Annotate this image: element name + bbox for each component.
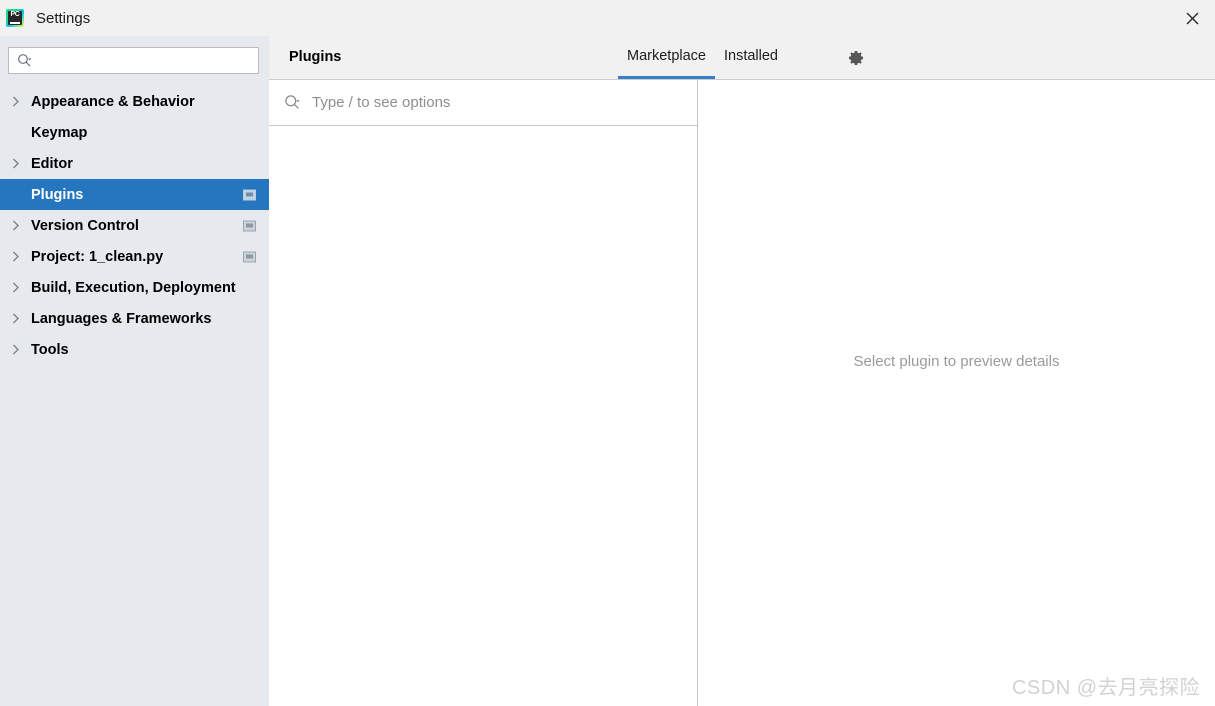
tab-marketplace[interactable]: Marketplace: [618, 36, 715, 79]
sidebar-item-label: Build, Execution, Deployment: [31, 279, 236, 296]
project-scope-icon: [243, 220, 256, 231]
plugin-detail-pane: Select plugin to preview details: [698, 80, 1215, 706]
chevron-right-icon: [12, 282, 26, 293]
detail-placeholder-text: Select plugin to preview details: [853, 353, 1060, 370]
sidebar-item-label: Appearance & Behavior: [31, 93, 195, 110]
page-title: Plugins: [289, 49, 342, 65]
pycharm-icon: PC: [6, 9, 24, 27]
sidebar-search-box[interactable]: [8, 47, 259, 74]
chevron-right-icon: [12, 220, 26, 231]
plugins-panel: Plugins Marketplace Installed Type / to …: [269, 36, 1215, 706]
plugins-header: Plugins Marketplace Installed: [269, 36, 1215, 80]
tab-marketplace-label: Marketplace: [627, 48, 706, 64]
sidebar-item-project[interactable]: Project: 1_clean.py: [0, 241, 269, 272]
settings-tree: Appearance & Behavior Keymap Editor Plug…: [0, 86, 269, 365]
tab-installed[interactable]: Installed: [715, 36, 787, 79]
search-icon: [284, 94, 301, 111]
sidebar-item-plugins[interactable]: Plugins: [0, 179, 269, 210]
chevron-right-icon: [12, 158, 26, 169]
sidebar-search-input[interactable]: [32, 53, 258, 68]
plugin-search-box[interactable]: [269, 80, 697, 126]
sidebar-item-editor[interactable]: Editor: [0, 148, 269, 179]
close-icon[interactable]: [1169, 0, 1215, 36]
sidebar-item-label: Plugins: [31, 186, 84, 203]
settings-sidebar: Appearance & Behavior Keymap Editor Plug…: [0, 36, 269, 706]
pycharm-icon-bar: [10, 22, 20, 24]
sidebar-item-version-control[interactable]: Version Control: [0, 210, 269, 241]
search-icon: [17, 53, 32, 68]
sidebar-item-label: Keymap: [31, 124, 88, 141]
plugin-search-input[interactable]: [301, 93, 697, 112]
plugins-tabs: Marketplace Installed: [618, 36, 787, 80]
window-title: Settings: [36, 9, 91, 27]
sidebar-item-languages-frameworks[interactable]: Languages & Frameworks: [0, 303, 269, 334]
sidebar-item-label: Project: 1_clean.py: [31, 248, 164, 265]
chevron-right-icon: [12, 344, 26, 355]
plugin-list-pane: [269, 80, 768, 706]
project-scope-icon: [243, 251, 256, 262]
chevron-right-icon: [12, 251, 26, 262]
sidebar-item-label: Languages & Frameworks: [31, 310, 212, 327]
tab-installed-label: Installed: [723, 48, 778, 64]
gear-icon[interactable]: [845, 47, 867, 69]
sidebar-item-tools[interactable]: Tools: [0, 334, 269, 365]
settings-window: PC Settings Appearance & Behavior Keymap…: [0, 0, 1215, 706]
chevron-right-icon: [12, 96, 26, 107]
sidebar-item-appearance-behavior[interactable]: Appearance & Behavior: [0, 86, 269, 117]
title-bar: PC Settings: [0, 0, 1215, 36]
sidebar-item-build-execution-deployment[interactable]: Build, Execution, Deployment: [0, 272, 269, 303]
sidebar-item-label: Version Control: [31, 217, 139, 234]
chevron-right-icon: [12, 313, 26, 324]
sidebar-item-label: Editor: [31, 155, 73, 172]
sidebar-item-label: Tools: [31, 341, 69, 358]
sidebar-item-keymap[interactable]: Keymap: [0, 117, 269, 148]
project-scope-icon: [243, 189, 256, 200]
watermark: CSDN @去月亮探险: [1011, 677, 1200, 699]
